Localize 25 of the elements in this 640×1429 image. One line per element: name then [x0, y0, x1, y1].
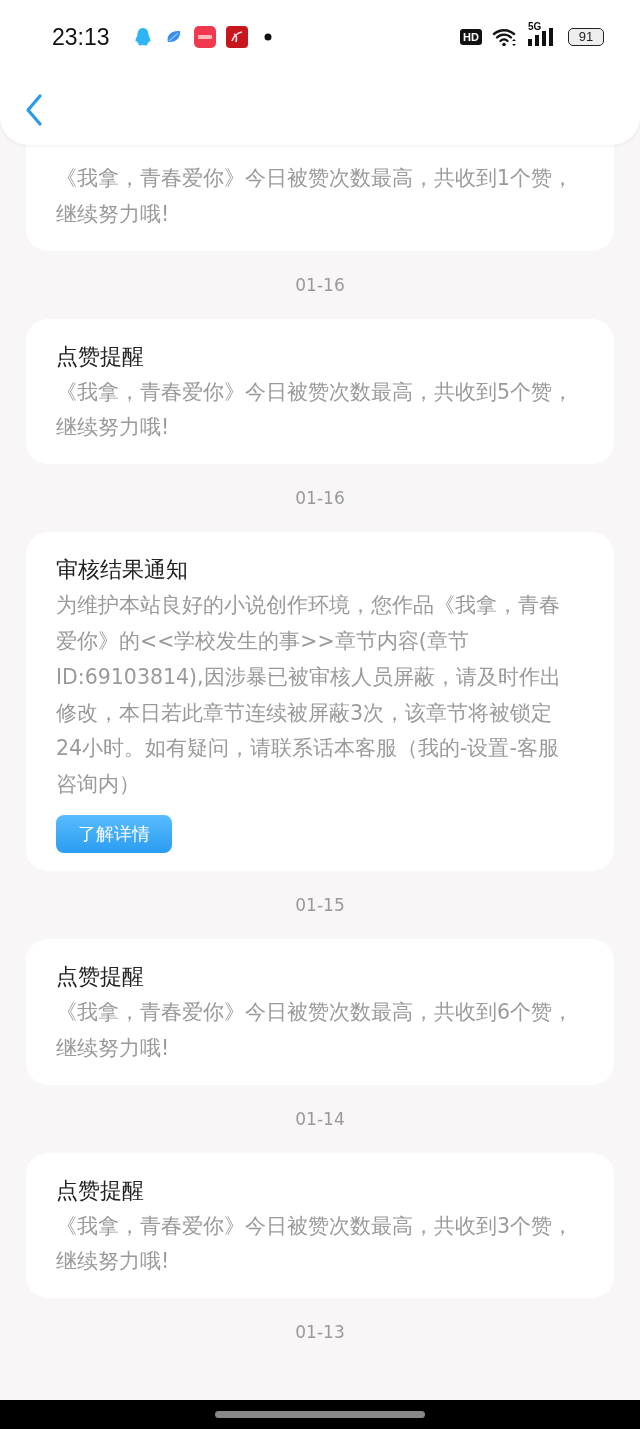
- date-label: 01-16: [295, 274, 345, 295]
- network-label: 5G: [528, 22, 542, 32]
- date-label: 01-13: [295, 1322, 345, 1343]
- notification-text: 《我拿，青春爱你》今日被赞次数最高，共收到1个赞，继续努力哦!: [56, 165, 574, 228]
- back-icon[interactable]: [24, 92, 44, 127]
- date-label: 01-14: [295, 1108, 345, 1129]
- status-time: 23:13: [52, 23, 110, 51]
- hd-badge: HD: [460, 29, 482, 45]
- app-icon: [193, 26, 216, 48]
- notification-text: 《我拿，青春爱你》今日被赞次数最高，共收到3个赞，继续努力哦!: [56, 1212, 574, 1276]
- date-label: 01-16: [295, 488, 345, 509]
- notification-title: 点赞提醒: [56, 1176, 145, 1205]
- notification-title: 点赞提醒: [56, 962, 145, 991]
- notification-text: 《我拿，青春爱你》今日被赞次数最高，共收到5个赞，继续努力哦!: [56, 378, 574, 442]
- date-label: 01-15: [295, 894, 345, 915]
- details-button[interactable]: 了解详情: [56, 814, 172, 853]
- notification-text: 《我拿，青春爱你》今日被赞次数最高，共收到6个赞，继续努力哦!: [56, 998, 574, 1062]
- signal-icon: [528, 28, 554, 46]
- notification-title: 审核结果通知: [56, 556, 189, 585]
- app-icon: [225, 26, 248, 48]
- notification-title: 点赞提醒: [56, 342, 145, 371]
- wifi-icon: [492, 27, 518, 47]
- notification-text: 为维护本站良好的小说创作环境，您作品《我拿，青春爱你》的<<学校发生的事>>章节内容(章节ID:69103814),因涉暴已被审核人员屏蔽，请及时作出修改，本日若此章节连续被屏蔽3次，该章节将被锁定24小时。如有疑问，请联系话本客服（我的-设置-客服咨询内）: [56, 592, 562, 799]
- notification-dot-icon: [263, 33, 272, 41]
- battery-indicator: 91: [568, 28, 604, 46]
